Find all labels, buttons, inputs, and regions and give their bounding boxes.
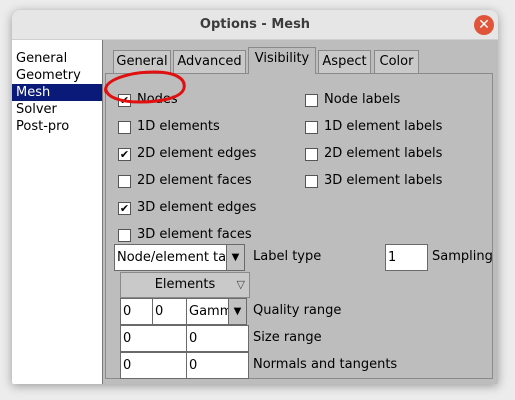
category-general[interactable]: General — [12, 50, 102, 67]
category-geometry[interactable]: Geometry — [12, 67, 102, 84]
node-labels-checkbox[interactable] — [305, 94, 318, 107]
window-body: General Geometry Mesh Solver Post-pro Ge… — [12, 40, 498, 384]
category-solver[interactable]: Solver — [12, 101, 102, 118]
elements-menu-button[interactable]: Elements ▽ — [120, 272, 250, 298]
title-bar[interactable]: Options - Mesh ✕ — [12, 10, 498, 40]
category-post-pro[interactable]: Post-pro — [12, 118, 102, 135]
tab-general[interactable]: General — [113, 50, 171, 73]
nodes-label: Nodes — [137, 92, 178, 107]
quality-range-label: Quality range — [253, 303, 342, 318]
element-labels-2d-checkbox[interactable] — [305, 148, 318, 161]
close-button[interactable]: ✕ — [474, 15, 494, 35]
size-range-min-input[interactable]: 0 — [120, 325, 187, 352]
size-range-max-input[interactable]: 0 — [186, 325, 249, 352]
element-labels-3d-checkbox[interactable] — [305, 175, 318, 188]
size-range-label: Size range — [253, 330, 322, 345]
element-faces-2d-label: 2D element faces — [137, 173, 252, 188]
close-icon: ✕ — [478, 17, 490, 33]
element-labels-1d-checkbox[interactable] — [305, 121, 318, 134]
element-labels-2d-label: 2D element labels — [324, 146, 443, 161]
normals-min-input[interactable]: 0 — [120, 352, 187, 379]
element-faces-3d-checkbox[interactable] — [118, 229, 131, 242]
quality-measure-select[interactable]: Gamm — [186, 298, 229, 325]
sampling-label: Sampling — [432, 249, 493, 264]
chevron-down-icon: ▼ — [233, 306, 242, 317]
tab-aspect[interactable]: Aspect — [318, 50, 371, 73]
category-list: General Geometry Mesh Solver Post-pro — [12, 40, 103, 384]
tab-visibility[interactable]: Visibility — [248, 47, 316, 74]
element-labels-3d-label: 3D element labels — [324, 173, 443, 188]
label-type-label: Label type — [253, 249, 322, 264]
normals-label: Normals and tangents — [253, 357, 398, 372]
label-type-select[interactable]: Node/element ta — [114, 244, 227, 271]
triangle-down-icon: ▽ — [236, 278, 245, 291]
tab-color[interactable]: Color — [374, 50, 419, 73]
options-window: Options - Mesh ✕ General Geometry Mesh S… — [12, 10, 498, 384]
element-edges-3d-label: 3D element edges — [137, 200, 257, 215]
quality-range-min-input[interactable]: 0 — [120, 298, 153, 325]
tab-advanced[interactable]: Advanced — [173, 50, 246, 73]
quality-measure-dropdown-button[interactable]: ▼ — [229, 298, 247, 325]
element-edges-3d-checkbox[interactable]: ✔ — [118, 202, 131, 215]
element-edges-2d-checkbox[interactable]: ✔ — [118, 148, 131, 161]
normals-max-input[interactable]: 0 — [186, 352, 249, 379]
chevron-down-icon: ▼ — [231, 252, 240, 263]
element-labels-1d-label: 1D element labels — [324, 119, 443, 134]
elements-1d-label: 1D elements — [137, 119, 220, 134]
quality-range-max-input[interactable]: 0 — [152, 298, 187, 325]
element-faces-2d-checkbox[interactable] — [118, 175, 131, 188]
node-labels-label: Node labels — [324, 92, 401, 107]
elements-1d-checkbox[interactable] — [118, 121, 131, 134]
sampling-input[interactable]: 1 — [385, 244, 428, 271]
label-type-dropdown-button[interactable]: ▼ — [227, 244, 245, 271]
category-mesh[interactable]: Mesh — [12, 84, 102, 101]
elements-menu-label: Elements — [154, 277, 216, 292]
window-title: Options - Mesh — [199, 17, 311, 32]
element-faces-3d-label: 3D element faces — [137, 227, 252, 242]
element-edges-2d-label: 2D element edges — [137, 146, 257, 161]
nodes-checkbox[interactable]: ✔ — [118, 94, 131, 107]
visibility-panel: ✔ Nodes 1D elements ✔ 2D element edges 2… — [105, 73, 493, 379]
